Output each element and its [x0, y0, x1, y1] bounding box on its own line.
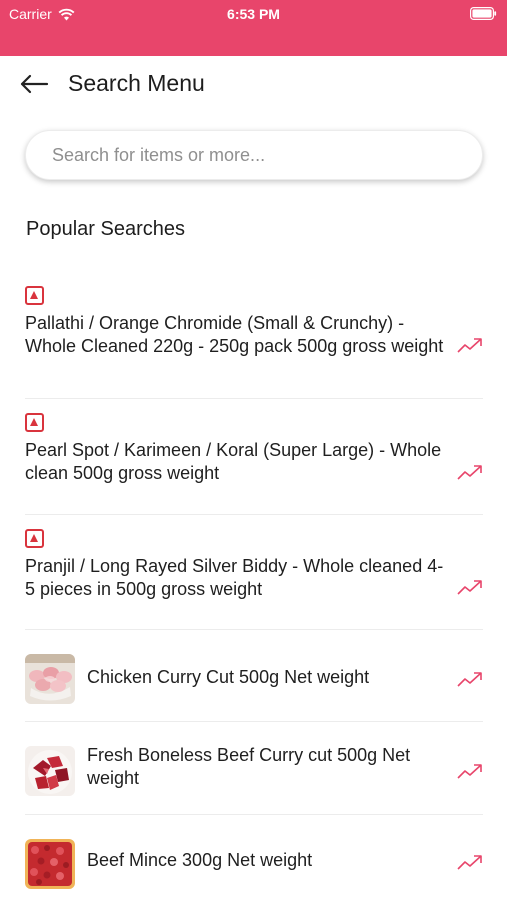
trending-icon[interactable]	[457, 463, 483, 481]
list-item[interactable]: Chicken Curry Cut 500g Net weight	[25, 630, 483, 722]
search-input[interactable]	[26, 131, 482, 179]
item-name: Pallathi / Orange Chromide (Small & Crun…	[25, 313, 444, 356]
header: Search Menu	[0, 56, 507, 116]
popular-searches-title: Popular Searches	[26, 218, 185, 240]
item-name: Fresh Boneless Beef Curry cut 500g Net w…	[87, 745, 411, 788]
list-item[interactable]: Pallathi / Orange Chromide (Small & Crun…	[25, 272, 483, 399]
beef-mince-thumbnail	[25, 839, 75, 889]
item-name: Chicken Curry Cut 500g Net weight	[87, 667, 370, 687]
page-title: Search Menu	[68, 70, 205, 96]
list-item[interactable]: Beef Mince 300g Net weight	[25, 815, 483, 900]
status-bar: Carrier 6:53 PM	[0, 0, 507, 56]
battery-icon	[470, 7, 497, 20]
beef-curry-thumbnail	[25, 746, 75, 796]
search-bar	[25, 130, 483, 180]
item-name: Pearl Spot / Karimeen / Koral (Super Lar…	[25, 440, 442, 483]
back-button[interactable]	[16, 68, 52, 100]
list-item[interactable]: Pearl Spot / Karimeen / Koral (Super Lar…	[25, 399, 483, 515]
item-name: Pranjil / Long Rayed Silver Biddy - Whol…	[25, 556, 444, 599]
non-veg-icon	[25, 286, 44, 305]
item-name: Beef Mince 300g Net weight	[87, 850, 313, 870]
trending-icon[interactable]	[457, 670, 483, 688]
non-veg-icon	[25, 413, 44, 432]
status-time: 6:53 PM	[227, 6, 280, 22]
non-veg-icon	[25, 529, 44, 548]
back-arrow-icon	[20, 74, 49, 94]
list-item[interactable]: Pranjil / Long Rayed Silver Biddy - Whol…	[25, 515, 483, 630]
trending-icon[interactable]	[457, 578, 483, 596]
chicken-thumbnail	[25, 654, 75, 704]
popular-searches-list: Pallathi / Orange Chromide (Small & Crun…	[25, 272, 483, 900]
list-item[interactable]: Fresh Boneless Beef Curry cut 500g Net w…	[25, 722, 483, 815]
trending-icon[interactable]	[457, 853, 483, 871]
trending-icon[interactable]	[457, 336, 483, 354]
trending-icon[interactable]	[457, 762, 483, 780]
